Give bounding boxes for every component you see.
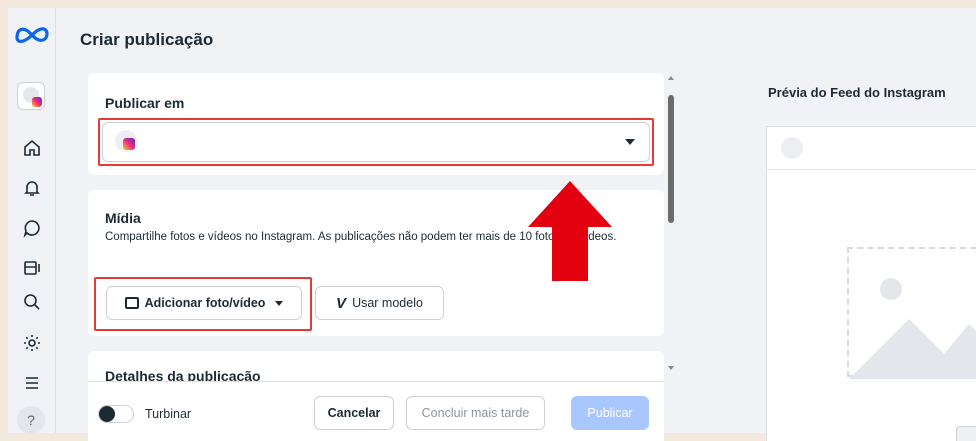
template-icon: V	[336, 294, 347, 312]
finish-later-button[interactable]: Concluir mais tarde	[406, 396, 545, 430]
notifications-bell-icon[interactable]	[20, 176, 44, 200]
arrow-up-icon	[528, 181, 612, 281]
highlight-box	[94, 277, 312, 331]
content-icon[interactable]	[20, 256, 44, 280]
camera-icon[interactable]	[956, 426, 976, 441]
footer-bar: Turbinar Cancelar Concluir mais tarde Pu…	[88, 381, 664, 441]
post-details-title: Detalhes da publicação	[105, 368, 261, 381]
boost-toggle[interactable]	[98, 405, 134, 423]
help-icon: ?	[27, 412, 35, 428]
divider	[767, 169, 976, 170]
sidebar: ?	[8, 8, 56, 434]
scrollbar[interactable]	[665, 73, 677, 373]
highlight-box	[98, 118, 654, 166]
search-icon[interactable]	[20, 290, 44, 314]
boost-label: Turbinar	[145, 407, 192, 421]
post-details-card: Detalhes da publicação	[88, 351, 664, 381]
landscape-image-icon	[849, 278, 976, 379]
use-template-button[interactable]: V Usar modelo	[315, 286, 444, 320]
app-frame: ? Criar publicação Publicar em Mídia Com…	[0, 0, 976, 441]
menu-list-icon[interactable]	[20, 371, 44, 395]
meta-logo-icon[interactable]	[14, 24, 50, 44]
cancel-button[interactable]: Cancelar	[314, 396, 394, 430]
settings-gear-icon[interactable]	[20, 331, 44, 355]
help-button[interactable]: ?	[17, 406, 45, 434]
account-avatar-icon[interactable]	[17, 82, 45, 110]
publish-button[interactable]: Publicar	[571, 396, 649, 430]
publish-in-title: Publicar em	[105, 95, 185, 111]
preview-title: Prévia do Feed do Instagram	[768, 85, 946, 100]
use-template-label: Usar modelo	[352, 296, 423, 310]
chat-icon[interactable]	[20, 216, 44, 240]
preview-avatar	[781, 137, 803, 159]
scroll-down-icon[interactable]	[668, 366, 674, 370]
publish-in-card: Publicar em	[88, 73, 664, 175]
image-placeholder	[847, 247, 976, 379]
scrollbar-thumb[interactable]	[668, 95, 674, 223]
media-title: Mídia	[105, 210, 141, 226]
page-title: Criar publicação	[80, 30, 214, 49]
home-icon[interactable]	[20, 136, 44, 160]
instagram-feed-preview	[766, 126, 976, 441]
scroll-up-icon[interactable]	[668, 76, 674, 80]
